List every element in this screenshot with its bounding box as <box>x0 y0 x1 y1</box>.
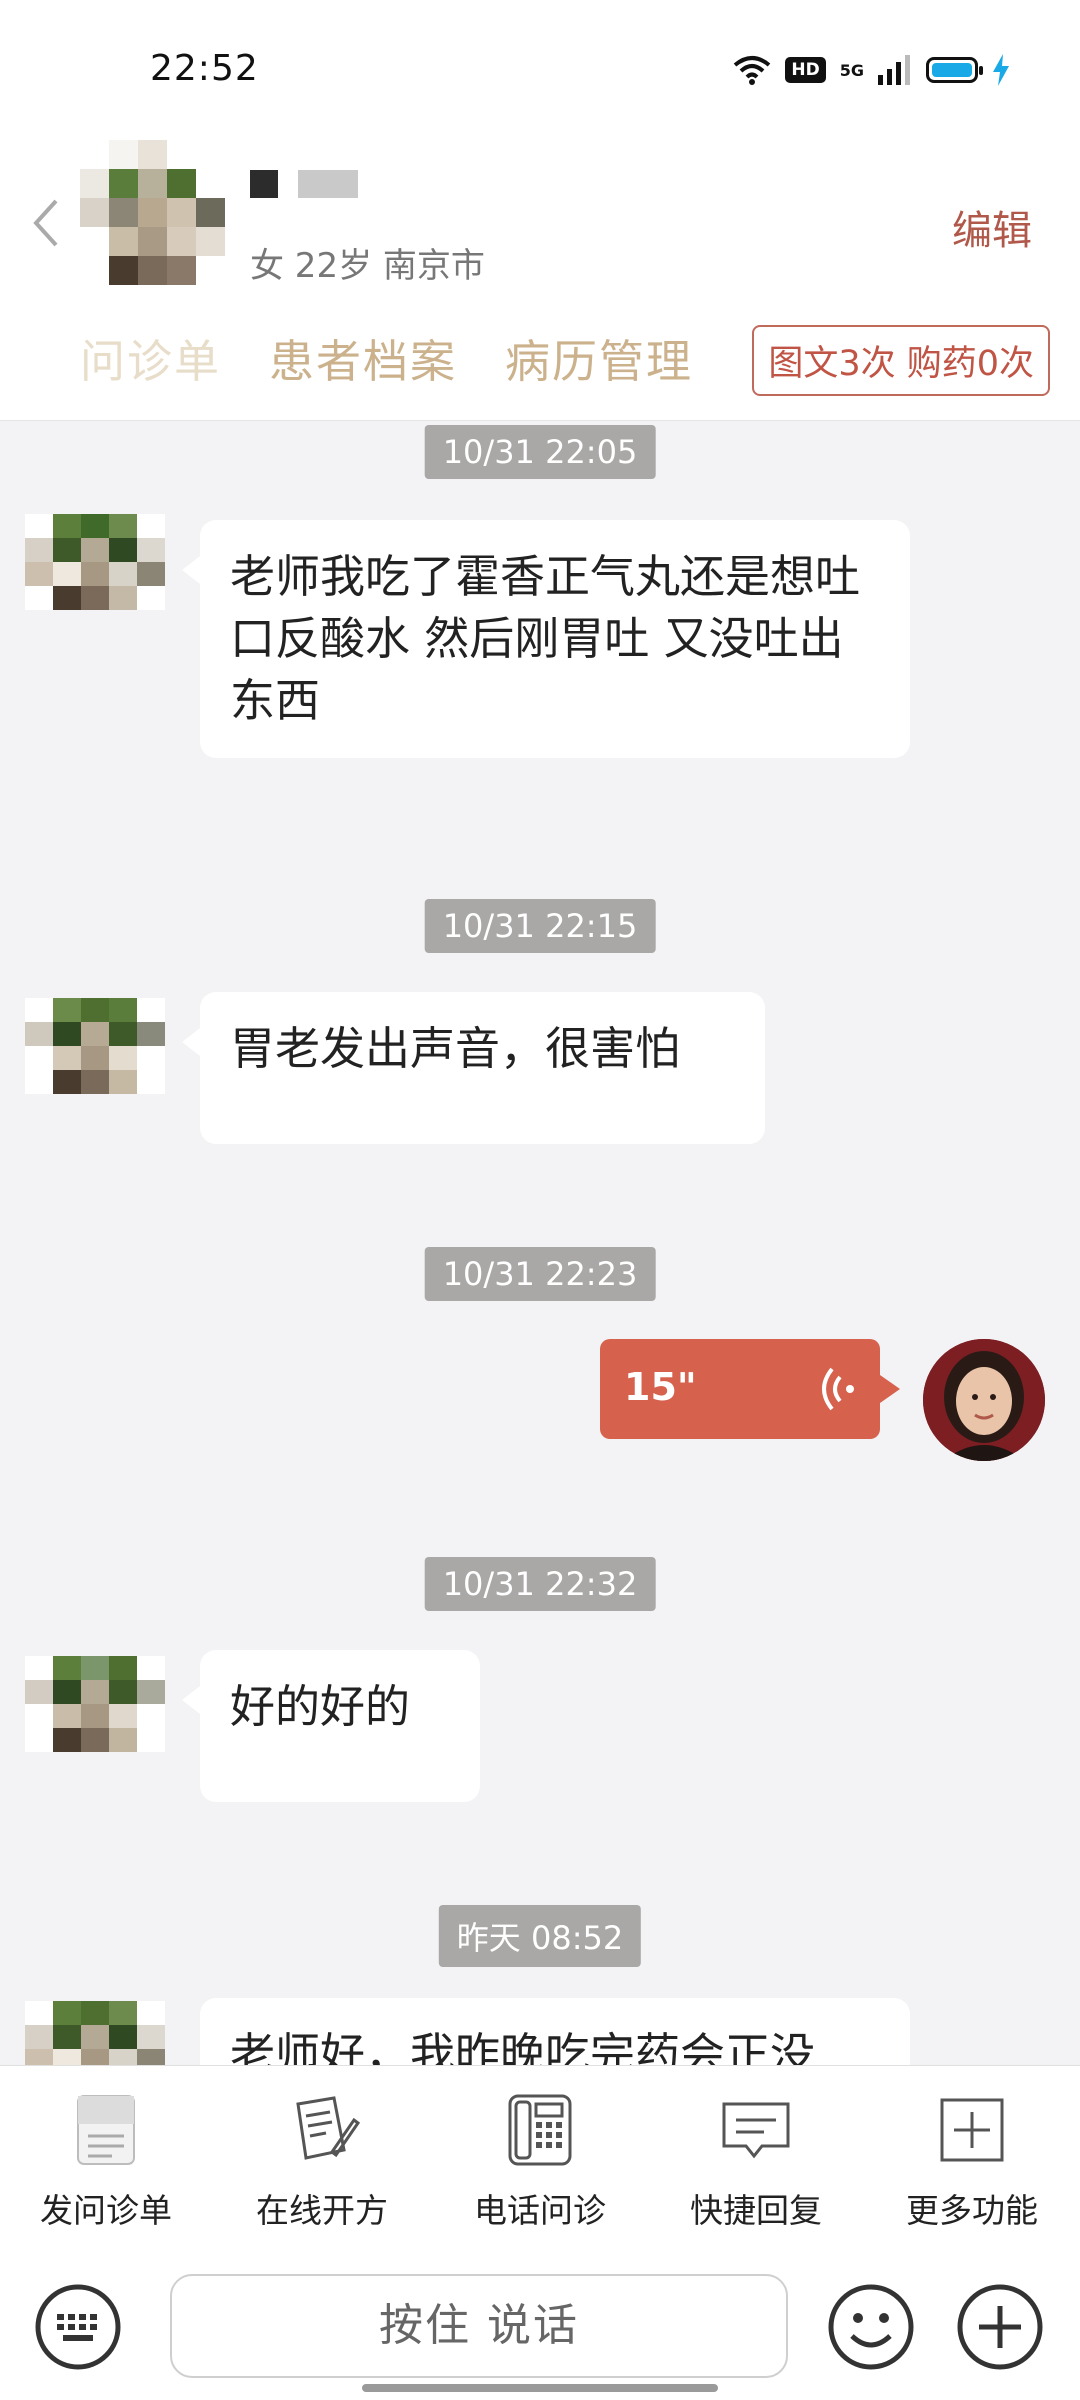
message-bubble[interactable]: 老师我吃了霍香正气丸还是想吐 口反酸水 然后刚胃吐 又没吐出东西 <box>182 520 910 758</box>
message-bubble[interactable]: 好的好的 <box>182 1650 480 1802</box>
phone-icon <box>508 2094 572 2166</box>
charging-icon <box>993 54 1009 86</box>
message-bubble[interactable]: 老师好，我昨晚吃完药会正没 <box>200 1998 910 2065</box>
phone-consult-button[interactable]: 电话问诊 <box>440 2092 640 2232</box>
message-bubble[interactable]: 胃老发出声音，很害怕 <box>182 992 765 1144</box>
status-bar: 22:52 HD 5G <box>0 0 1080 130</box>
message-timestamp: 10/31 22:15 <box>424 899 656 953</box>
tab-record-management[interactable]: 病历管理 <box>505 325 693 390</box>
network-label: 5G <box>839 60 864 80</box>
hold-to-talk-button[interactable]: 按住 说话 <box>170 2274 788 2378</box>
tool-label: 快捷回复 <box>690 2191 822 2230</box>
tab-patient-profile[interactable]: 患者档案 <box>269 325 457 390</box>
prescription-icon <box>296 2096 360 2160</box>
home-indicator[interactable] <box>362 2384 718 2392</box>
tab-consult-form[interactable]: 问诊单 <box>80 325 221 390</box>
status-icons: HD 5G <box>733 50 1010 90</box>
message-timestamp: 昨天 08:52 <box>438 1905 642 1967</box>
tool-label: 电话问诊 <box>474 2191 606 2230</box>
function-toolbar: 发问诊单 在线开方 电话问诊 快捷回复 更多功能 <box>0 2065 1080 2253</box>
doctor-photo-icon <box>923 1339 1045 1461</box>
plus-icon[interactable] <box>955 2282 1045 2372</box>
voice-message-bubble[interactable]: 15" <box>600 1339 900 1439</box>
back-icon[interactable] <box>30 195 62 251</box>
patient-message-avatar[interactable] <box>25 2001 165 2065</box>
patient-message-avatar[interactable] <box>25 1656 165 1776</box>
patient-info: 女 22岁 南京市 <box>250 246 485 286</box>
chat-area[interactable]: 10/31 22:05 老师我吃了霍香正气丸还是想吐 口反酸水 然后刚胃吐 又没… <box>0 421 1080 2065</box>
message-timestamp: 10/31 22:05 <box>424 425 656 479</box>
quota-badge[interactable]: 图文3次 购药0次 <box>752 325 1050 396</box>
message-timestamp: 10/31 22:32 <box>424 1557 656 1611</box>
voice-wave-icon <box>822 1367 854 1411</box>
patient-header: 女 22岁 南京市 编辑 问诊单 患者档案 病历管理 图文3次 购药0次 <box>0 130 1080 421</box>
hd-badge: HD <box>785 57 826 83</box>
tool-label: 在线开方 <box>256 2191 388 2230</box>
more-icon <box>940 2098 1004 2162</box>
patient-message-avatar[interactable] <box>25 514 165 634</box>
form-icon <box>77 2095 135 2165</box>
tool-label: 发问诊单 <box>40 2191 172 2230</box>
voice-duration: 15" <box>624 1365 697 1409</box>
quick-reply-icon <box>722 2102 790 2159</box>
edit-button[interactable]: 编辑 <box>952 198 1032 256</box>
emoji-icon[interactable] <box>826 2282 916 2372</box>
input-bar: 按住 说话 <box>0 2252 1080 2400</box>
tool-label: 更多功能 <box>906 2191 1038 2230</box>
doctor-avatar[interactable] <box>923 1339 1045 1461</box>
send-consult-form-button[interactable]: 发问诊单 <box>6 2092 206 2232</box>
keyboard-icon[interactable] <box>33 2282 123 2372</box>
status-time: 22:52 <box>150 48 259 89</box>
battery-icon <box>926 57 983 83</box>
message-timestamp: 10/31 22:23 <box>424 1247 656 1301</box>
wifi-icon <box>734 56 771 85</box>
patient-avatar[interactable] <box>80 140 225 285</box>
quick-reply-button[interactable]: 快捷回复 <box>656 2092 856 2232</box>
patient-message-avatar[interactable] <box>25 998 165 1118</box>
patient-name-masked <box>250 170 358 198</box>
signal-icon <box>878 55 910 85</box>
online-prescription-button[interactable]: 在线开方 <box>222 2092 422 2232</box>
more-functions-button[interactable]: 更多功能 <box>872 2092 1072 2232</box>
header-tabs: 问诊单 患者档案 病历管理 <box>80 325 693 390</box>
